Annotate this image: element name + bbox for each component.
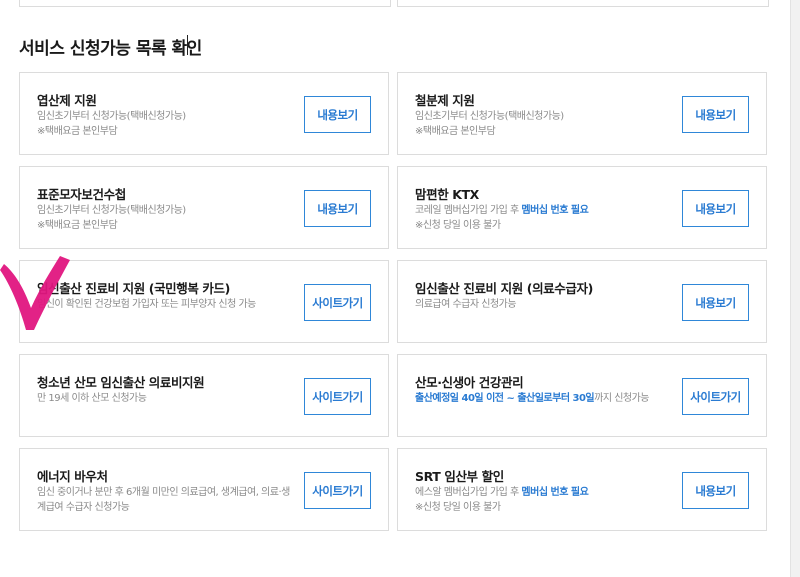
service-card-title: 청소년 산모 임신출산 의료비지원 bbox=[37, 375, 205, 390]
service-card-description: 임신초기부터 신청가능(택배신청가능) ※택배요금 본인부담 bbox=[37, 109, 297, 139]
service-card-description: 만 19세 이하 산모 신청가능 bbox=[37, 391, 297, 406]
highlighted-text: 멤버십 번호 필요 bbox=[521, 487, 589, 498]
service-card: 임신출산 진료비 지원 (의료수급자) 의료급여 수급자 신청가능 내용보기 bbox=[397, 260, 767, 343]
service-card: 청소년 산모 임신출산 의료비지원만 19세 이하 산모 신청가능 사이트가기 bbox=[19, 354, 389, 437]
description-text: 까지 신청가능 bbox=[594, 393, 650, 404]
highlighted-text: 출산예정일 40일 이전 ~ 출산일로부터 30일 bbox=[415, 393, 595, 404]
view-details-button[interactable]: 내용보기 bbox=[304, 190, 371, 227]
service-card-title: 에너지 바우처 bbox=[37, 469, 108, 484]
service-card: 철분제 지원임신초기부터 신청가능(택배신청가능) ※택배요금 본인부담 내용보기 bbox=[397, 72, 767, 155]
text-cursor bbox=[187, 35, 188, 55]
service-card: 엽산제 지원임신초기부터 신청가능(택배신청가능) ※택배요금 본인부담 내용보기 bbox=[19, 72, 389, 155]
description-text: 에스알 멤버십가입 가입 후 bbox=[415, 487, 522, 498]
service-card-title: 표준모자보건수첩 bbox=[37, 187, 126, 202]
scrollbar-track[interactable] bbox=[790, 0, 800, 577]
view-details-button[interactable]: 내용보기 bbox=[304, 96, 371, 133]
view-details-button[interactable]: 내용보기 bbox=[682, 96, 749, 133]
view-details-button[interactable]: 내용보기 bbox=[682, 472, 749, 509]
service-card-description: 의료급여 수급자 신청가능 bbox=[415, 297, 675, 312]
check-mark-icon bbox=[0, 256, 70, 330]
description-text: 의료급여 수급자 신청가능 bbox=[415, 299, 517, 310]
section-title: 서비스 신청가능 목록 확인 bbox=[19, 39, 202, 59]
view-details-button[interactable]: 내용보기 bbox=[682, 284, 749, 321]
service-card: 산모·신생아 건강관리 출산예정일 40일 이전 ~ 출산일로부터 30일까지 신… bbox=[397, 354, 767, 437]
service-card-title: 산모·신생아 건강관리 bbox=[415, 375, 524, 390]
service-card-description: 임신 중이거나 분만 후 6개월 미만인 의료급여, 생계급여, 의료·생계급여… bbox=[37, 485, 297, 515]
description-text: 만 19세 이하 산모 신청가능 bbox=[37, 393, 147, 404]
description-text: ※택배요금 본인부담 bbox=[37, 220, 118, 231]
service-card: 맘편한 KTX 코레일 멤버십가입 가입 후 멤버십 번호 필요 ※신청 당일 이용… bbox=[397, 166, 767, 249]
highlighted-text: 멤버십 번호 필요 bbox=[521, 205, 589, 216]
go-to-site-button[interactable]: 사이트가기 bbox=[682, 378, 749, 415]
view-details-button[interactable]: 내용보기 bbox=[682, 190, 749, 227]
description-text: ※신청 당일 이용 불가 bbox=[415, 502, 501, 513]
description-text: 임신초기부터 신청가능(택배신청가능) bbox=[37, 205, 186, 216]
service-card-description: 임신초기부터 신청가능(택배신청가능) ※택배요금 본인부담 bbox=[37, 203, 297, 233]
service-card-description: 에스알 멤버십가입 가입 후 멤버십 번호 필요 ※신청 당일 이용 불가 bbox=[415, 485, 675, 515]
service-card-title: 임신출산 진료비 지원 (의료수급자) bbox=[415, 281, 593, 296]
service-card-title: 맘편한 KTX bbox=[415, 187, 479, 202]
go-to-site-button[interactable]: 사이트가기 bbox=[304, 472, 371, 509]
description-text: 임신 중이거나 분만 후 6개월 미만인 의료급여, 생계급여, 의료·생계급여… bbox=[37, 487, 290, 513]
service-card-description: 코레일 멤버십가입 가입 후 멤버십 번호 필요 ※신청 당일 이용 불가 bbox=[415, 203, 675, 233]
service-card: 표준모자보건수첩임신초기부터 신청가능(택배신청가능) ※택배요금 본인부담 내용보… bbox=[19, 166, 389, 249]
go-to-site-button[interactable]: 사이트가기 bbox=[304, 378, 371, 415]
description-text: 임신초기부터 신청가능(택배신청가능) bbox=[37, 111, 186, 122]
description-text: ※택배요금 본인부담 bbox=[415, 126, 496, 137]
description-text: ※신청 당일 이용 불가 bbox=[415, 220, 501, 231]
description-text: ※택배요금 본인부담 bbox=[37, 126, 118, 137]
service-card: 에너지 바우처임신 중이거나 분만 후 6개월 미만인 의료급여, 생계급여, … bbox=[19, 448, 389, 531]
previous-card-bottom-right bbox=[397, 0, 769, 7]
description-text: 임신초기부터 신청가능(택배신청가능) bbox=[415, 111, 564, 122]
service-card-description: 출산예정일 40일 이전 ~ 출산일로부터 30일까지 신청가능 bbox=[415, 391, 675, 406]
service-card-description: 임신초기부터 신청가능(택배신청가능) ※택배요금 본인부담 bbox=[415, 109, 675, 139]
go-to-site-button[interactable]: 사이트가기 bbox=[304, 284, 371, 321]
description-text: 코레일 멤버십가입 가입 후 bbox=[415, 205, 522, 216]
service-card: SRT 임산부 할인에스알 멤버십가입 가입 후 멤버십 번호 필요 ※신청 당일… bbox=[397, 448, 767, 531]
previous-card-bottom-left bbox=[19, 0, 391, 7]
service-card-title: SRT 임산부 할인 bbox=[415, 469, 504, 484]
service-card-title: 엽산제 지원 bbox=[37, 93, 97, 108]
service-card-title: 철분제 지원 bbox=[415, 93, 475, 108]
